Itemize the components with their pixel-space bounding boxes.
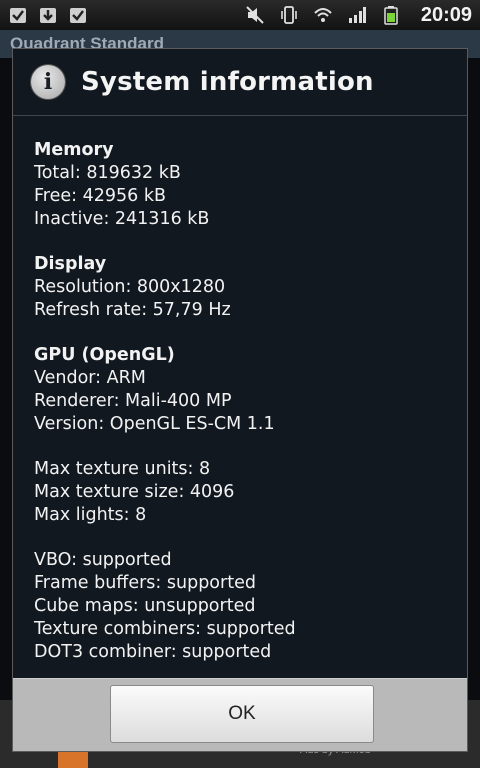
battery-icon bbox=[384, 6, 398, 25]
max-texture-size: Max texture size: 4096 bbox=[34, 482, 235, 502]
memory-section: Memory Total: 819632 kB Free: 42956 kB I… bbox=[34, 139, 467, 231]
cube-maps-support: Cube maps: unsupported bbox=[34, 596, 256, 616]
checkbox-icon bbox=[10, 8, 26, 23]
dialog-header: i System information bbox=[13, 49, 467, 116]
memory-inactive: Inactive: 241316 kB bbox=[34, 209, 210, 229]
gpu-section: GPU (OpenGL) Vendor: ARM Renderer: Mali-… bbox=[34, 344, 467, 436]
download-icon bbox=[40, 8, 56, 23]
max-lights: Max lights: 8 bbox=[34, 505, 147, 525]
dialog-body[interactable]: Memory Total: 819632 kB Free: 42956 kB I… bbox=[34, 139, 467, 686]
clock: 20:09 bbox=[420, 3, 472, 26]
section-title: GPU (OpenGL) bbox=[34, 345, 175, 365]
limits-section: Max texture units: 8 Max texture size: 4… bbox=[34, 458, 467, 527]
gpu-version: Version: OpenGL ES-CM 1.1 bbox=[34, 414, 275, 434]
section-title: Memory bbox=[34, 140, 114, 160]
features-section: VBO: supported Frame buffers: supported … bbox=[34, 549, 467, 664]
vibrate-icon bbox=[281, 6, 297, 24]
system-info-dialog: i System information Memory Total: 81963… bbox=[12, 48, 468, 752]
signal-icon bbox=[348, 7, 366, 23]
memory-free: Free: 42956 kB bbox=[34, 186, 166, 206]
memory-total: Total: 819632 kB bbox=[34, 163, 181, 183]
gpu-renderer: Renderer: Mali-400 MP bbox=[34, 391, 232, 411]
display-refresh-rate: Refresh rate: 57,79 Hz bbox=[34, 300, 231, 320]
dialog-title: System information bbox=[81, 67, 374, 97]
checkbox-icon bbox=[70, 8, 86, 23]
mute-icon bbox=[246, 6, 264, 24]
display-section: Display Resolution: 800x1280 Refresh rat… bbox=[34, 253, 467, 322]
wifi-icon bbox=[314, 8, 332, 22]
ok-button[interactable]: OK bbox=[110, 685, 374, 743]
gpu-vendor: Vendor: ARM bbox=[34, 368, 146, 388]
texture-combiners-support: Texture combiners: supported bbox=[34, 619, 296, 639]
frame-buffers-support: Frame buffers: supported bbox=[34, 573, 256, 593]
vbo-support: VBO: supported bbox=[34, 550, 172, 570]
status-bar: 20:09 bbox=[0, 0, 480, 30]
info-icon: i bbox=[31, 65, 65, 99]
max-texture-units: Max texture units: 8 bbox=[34, 459, 211, 479]
display-resolution: Resolution: 800x1280 bbox=[34, 277, 226, 297]
section-title: Display bbox=[34, 254, 107, 274]
dot3-combiner-support: DOT3 combiner: supported bbox=[34, 642, 272, 662]
dialog-footer: OK bbox=[13, 678, 467, 751]
